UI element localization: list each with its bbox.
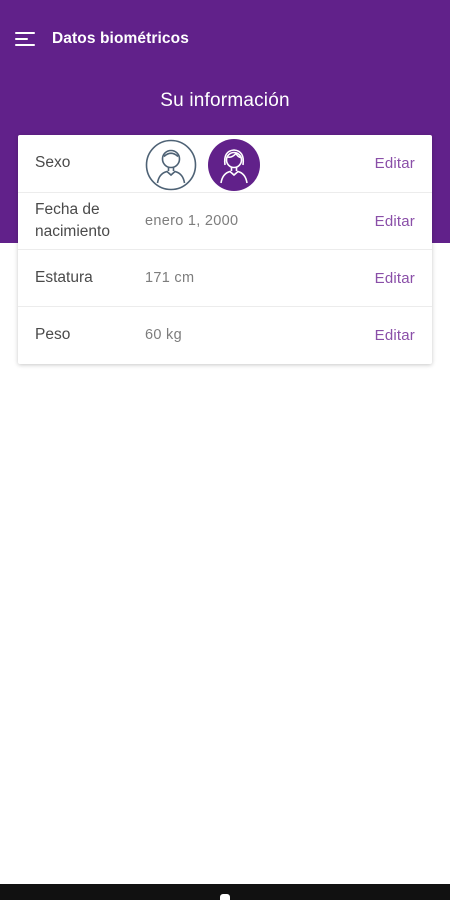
male-avatar-option[interactable] bbox=[145, 139, 197, 191]
edit-sex-link[interactable]: Editar bbox=[375, 135, 415, 191]
height-row: Estatura 171 cm Editar bbox=[18, 249, 432, 305]
edit-weight-link[interactable]: Editar bbox=[375, 307, 415, 363]
height-label: Estatura bbox=[35, 269, 93, 286]
weight-row: Peso 60 kg Editar bbox=[18, 306, 432, 362]
male-avatar-icon bbox=[145, 139, 197, 191]
birthdate-row: Fecha de nacimiento enero 1, 2000 Editar bbox=[18, 192, 432, 248]
birthdate-value: enero 1, 2000 bbox=[145, 213, 239, 229]
sex-label: Sexo bbox=[35, 154, 71, 171]
female-avatar-option[interactable] bbox=[208, 139, 260, 191]
menu-icon bbox=[15, 32, 35, 46]
biometrics-card: Sexo Editar Fecha de nacimiento enero 1,… bbox=[18, 135, 432, 364]
sex-row: Sexo Editar bbox=[18, 135, 432, 191]
home-indicator[interactable] bbox=[220, 894, 230, 900]
weight-label: Peso bbox=[35, 326, 71, 343]
height-value: 171 cm bbox=[145, 270, 195, 286]
birthdate-label: Fecha de nacimiento bbox=[35, 201, 110, 240]
app-title: Datos biométricos bbox=[52, 30, 189, 47]
edit-birthdate-link[interactable]: Editar bbox=[375, 193, 415, 249]
weight-value: 60 kg bbox=[145, 327, 182, 343]
page-heading: Su información bbox=[160, 90, 290, 111]
menu-button[interactable] bbox=[10, 26, 40, 52]
female-avatar-icon bbox=[208, 139, 260, 191]
edit-height-link[interactable]: Editar bbox=[375, 250, 415, 306]
